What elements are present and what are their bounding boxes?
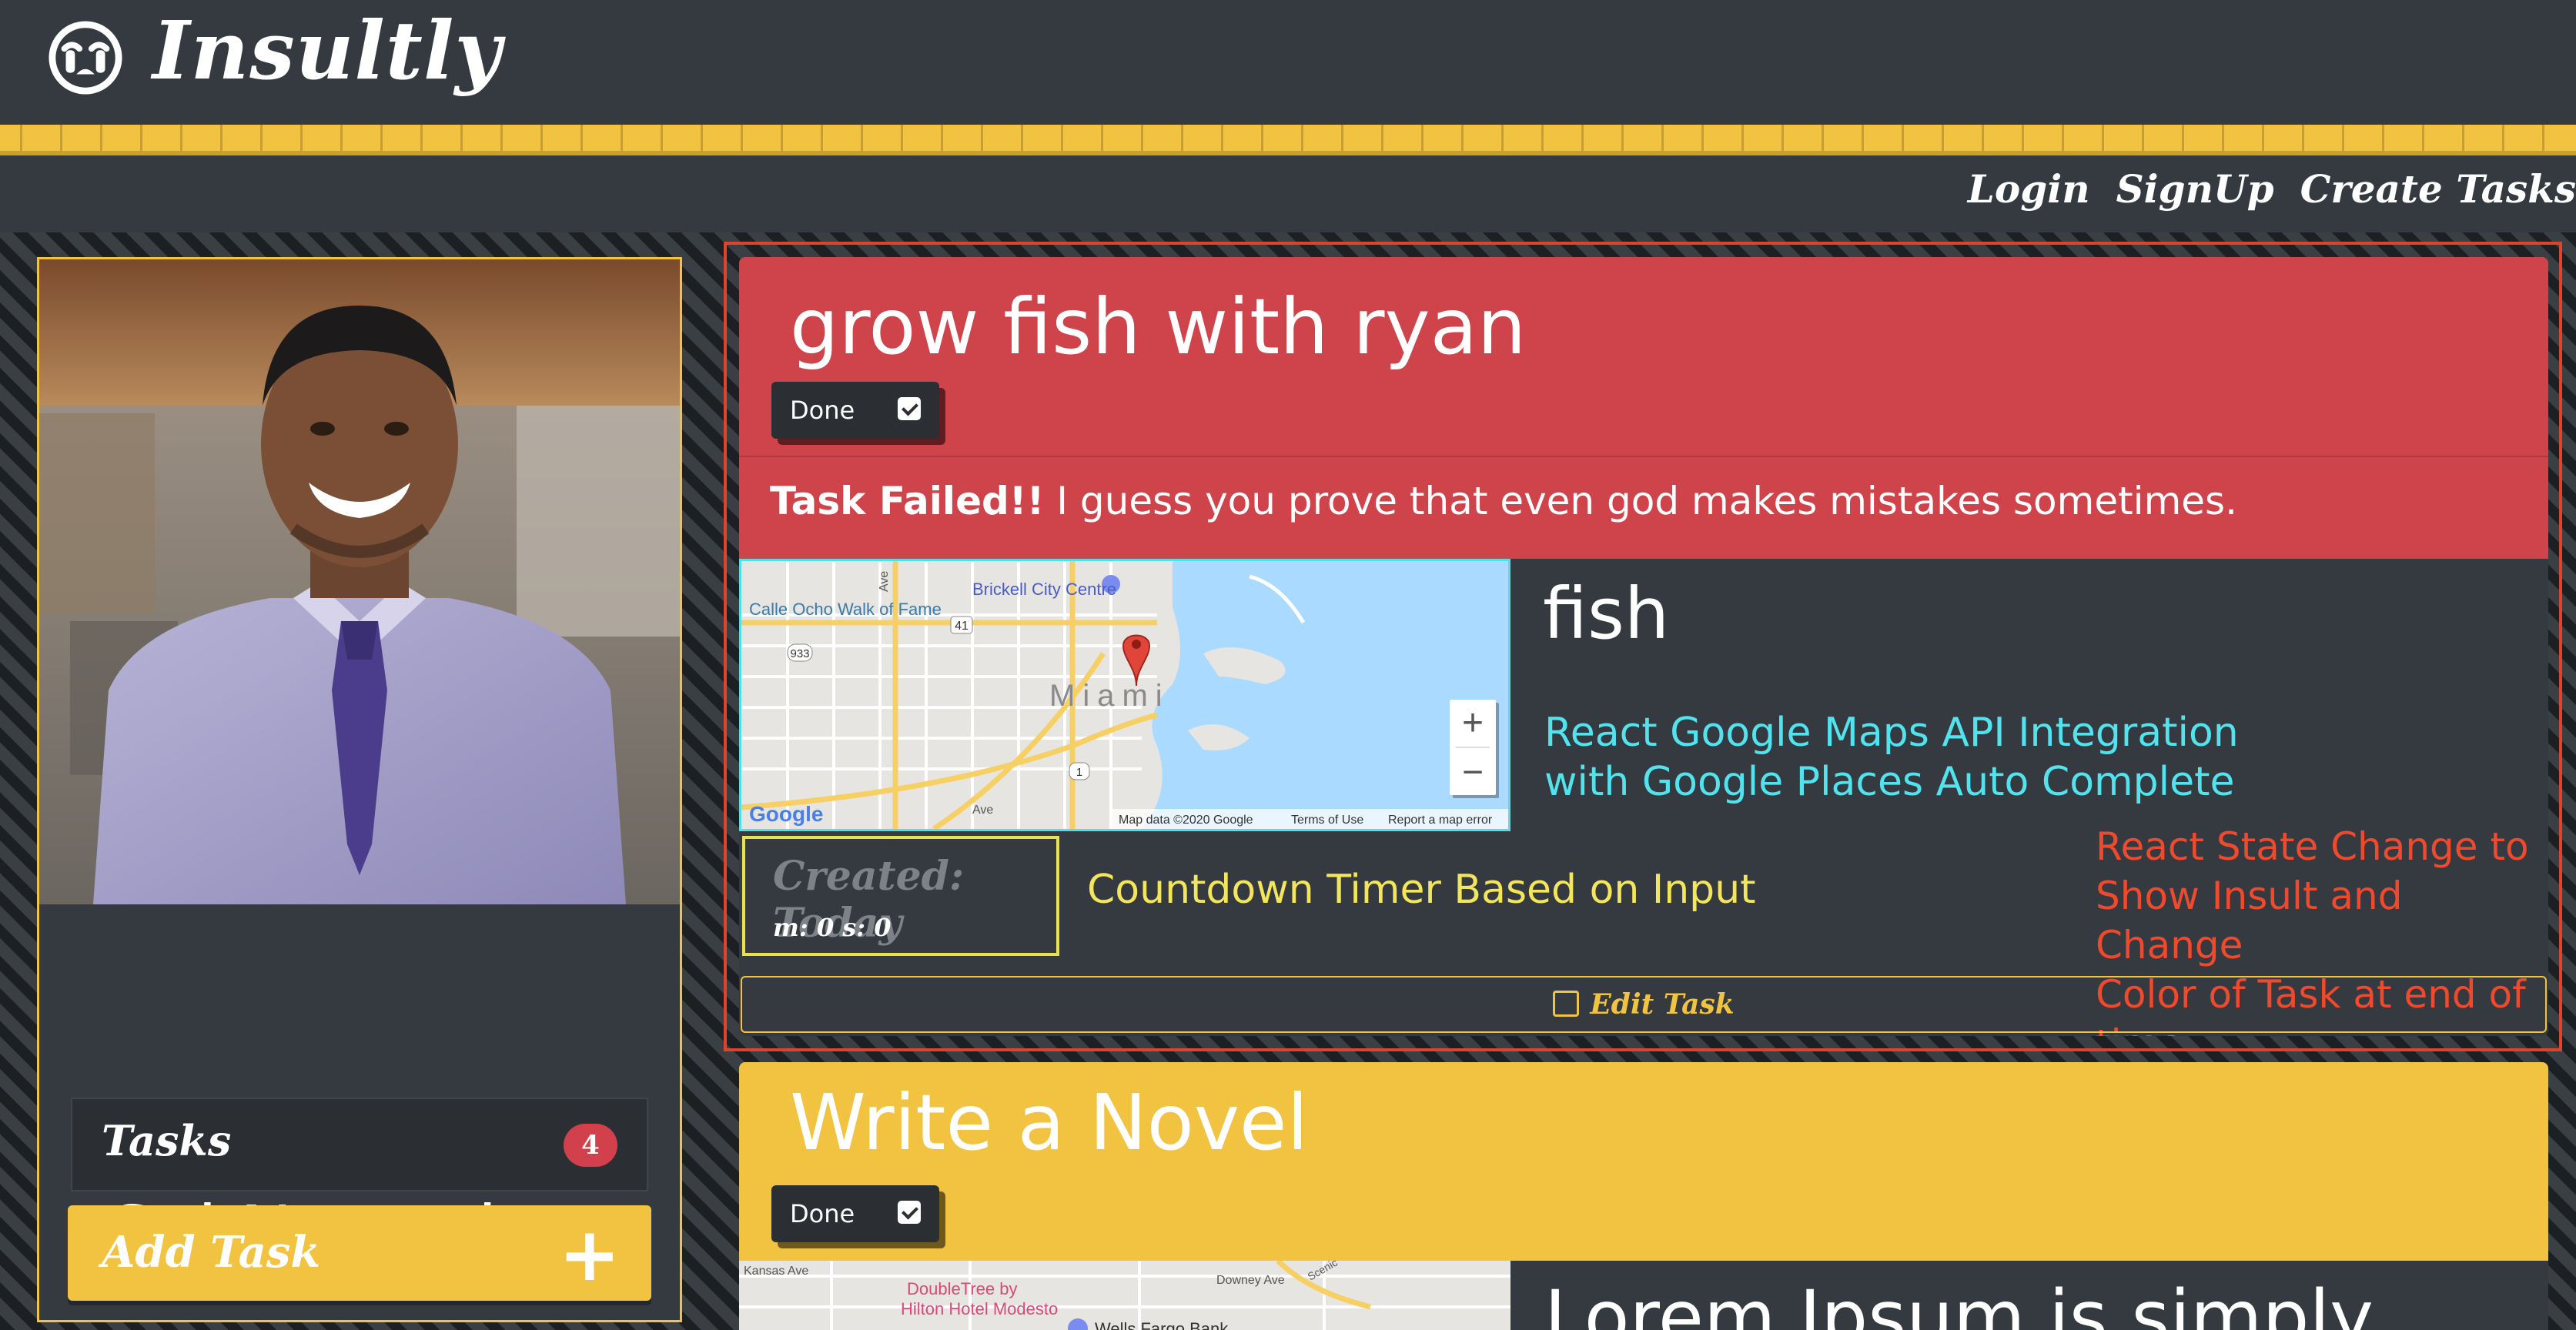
done-label: Done xyxy=(790,396,855,425)
state-note-line-1: React State Change to xyxy=(2096,824,2529,869)
timer-note: Countdown Timer Based on Input xyxy=(1087,867,1756,913)
map-label-ave-2: Ave xyxy=(972,804,993,817)
map-terms-link[interactable]: Terms of Use xyxy=(1291,814,1363,827)
edit-task-label: Edit Task xyxy=(1590,988,1735,1021)
task-title: Write a Novel xyxy=(790,1078,1309,1168)
map-label-brickell: Brickell City Centre xyxy=(972,580,1116,599)
nav-create-tasks-link[interactable]: Create Tasks xyxy=(2300,166,2576,212)
maps-integration-note: React Google Maps API Integration with G… xyxy=(1544,708,2239,807)
profile-photo xyxy=(39,259,680,904)
edit-icon xyxy=(1553,991,1580,1017)
nav-signup-link[interactable]: SignUp xyxy=(2116,166,2274,212)
done-toggle-button[interactable]: Done xyxy=(771,382,939,439)
tasks-label: Tasks xyxy=(102,1116,232,1165)
tasks-counter-row[interactable]: Tasks 4 xyxy=(71,1098,648,1191)
task-card: grow fish with ryan Done Task Failed!! I… xyxy=(739,257,2548,1036)
map-route-933: 933 xyxy=(790,647,809,660)
maps-note-line-2: with Google Places Auto Complete xyxy=(1544,759,2235,805)
header-divider xyxy=(739,456,2548,457)
nav-login-link[interactable]: Login xyxy=(1968,166,2090,212)
map-label-ave: Ave xyxy=(878,571,891,592)
edit-task-button[interactable]: Edit Task xyxy=(741,976,2547,1033)
checkbox-icon[interactable] xyxy=(898,1201,921,1224)
map-label-hilton: Hilton Hotel Modesto xyxy=(901,1299,1058,1318)
map-route-41: 41 xyxy=(955,620,969,633)
zoom-in-button[interactable]: + xyxy=(1462,703,1484,744)
task-failed-bold: Task Failed!! xyxy=(770,479,1045,523)
map-city-label: Miami xyxy=(1049,679,1170,713)
map-label-kansas: Kansas Ave xyxy=(744,1265,808,1278)
done-label: Done xyxy=(790,1199,855,1228)
task-title: grow fish with ryan xyxy=(790,282,1527,372)
zoom-out-button[interactable]: − xyxy=(1462,752,1484,793)
caution-tape-divider xyxy=(0,125,2576,155)
checkbox-icon[interactable] xyxy=(898,397,921,420)
tasks-count-badge: 4 xyxy=(564,1124,617,1167)
state-note-line-2: Show Insult and Change xyxy=(2096,874,2403,967)
task-header: grow fish with ryan Done Task Failed!! I… xyxy=(739,257,2548,559)
task-card: Write a Novel Done Kansas Ave Downey Ave… xyxy=(739,1062,2548,1330)
map-label-calle-ocho: Calle Ocho Walk of Fame xyxy=(749,600,942,619)
map-label-wells-fargo: Wells Fargo Bank xyxy=(1095,1319,1229,1330)
google-map[interactable]: Brickell City Centre Calle Ocho Walk of … xyxy=(739,559,1510,831)
nav-links: Login SignUp Create Tasks xyxy=(1968,166,2576,212)
google-logo: Google xyxy=(749,802,823,826)
insult-text: I guess you prove that even god makes mi… xyxy=(1044,479,2237,523)
add-task-button[interactable]: Add Task + xyxy=(68,1205,651,1301)
countdown-timer-box: Created: Today m: 0 s: 0 xyxy=(742,836,1059,956)
top-header: Insultly xyxy=(0,0,2576,125)
done-toggle-button[interactable]: Done xyxy=(771,1185,939,1242)
map-zoom-control[interactable]: + − xyxy=(1450,700,1496,795)
google-map[interactable]: Kansas Ave Downey Ave Scenic DoubleTree … xyxy=(739,1261,1510,1330)
map-data-attribution: Map data ©2020 Google xyxy=(1119,814,1253,827)
task-subtitle: fish xyxy=(1543,573,1670,655)
task-header: Write a Novel Done xyxy=(739,1062,2548,1261)
crying-face-icon[interactable] xyxy=(48,20,123,95)
map-label-doubletree: DoubleTree by xyxy=(907,1279,1017,1298)
task-subtitle: Lorem Ipsum is simply xyxy=(1544,1275,2374,1330)
map-label-downey: Downey Ave xyxy=(1216,1274,1285,1287)
task-failed-message: Task Failed!! I guess you prove that eve… xyxy=(770,479,2237,523)
countdown-timer: m: 0 s: 0 xyxy=(773,913,892,942)
map-route-1: 1 xyxy=(1076,766,1082,779)
plus-icon: + xyxy=(558,1211,621,1298)
map-report-error-link[interactable]: Report a map error xyxy=(1388,814,1493,827)
add-task-label: Add Task xyxy=(102,1227,321,1278)
app-brand-title[interactable]: Insultly xyxy=(152,3,502,98)
maps-note-line-1: React Google Maps API Integration xyxy=(1544,710,2239,756)
